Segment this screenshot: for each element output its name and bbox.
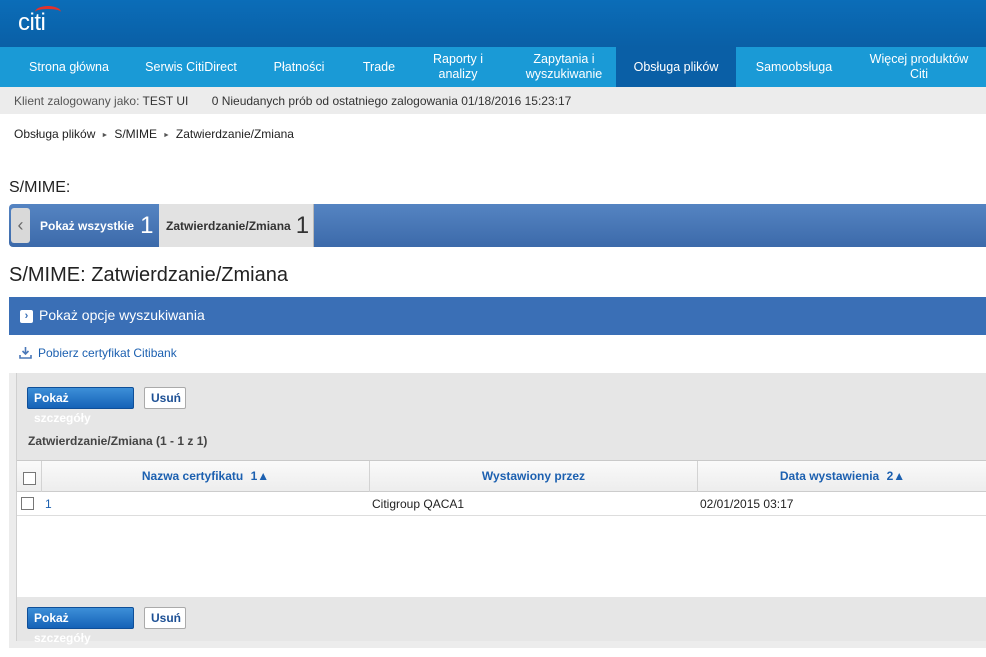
section-label: S/MIME: xyxy=(9,179,71,196)
nav-item-trade[interactable]: Trade xyxy=(354,47,404,87)
issuer-cell: Citigroup QACA1 xyxy=(372,497,465,511)
delete-button[interactable]: Usuń xyxy=(144,387,186,409)
table-row: 1 Citigroup QACA1 02/01/2015 03:17 xyxy=(17,492,986,516)
download-icon xyxy=(19,347,32,359)
status-bar: Klient zalogowany jako: TEST UI 0 Nieuda… xyxy=(0,87,986,114)
failed-logins-text: 0 Nieudanych prób od ostatniego zalogowa… xyxy=(211,94,572,108)
nav-item-self-service[interactable]: Samoobsługa xyxy=(736,47,852,87)
column-header-label: Data wystawienia xyxy=(779,469,880,483)
results-panel-inner: Pokaż szczegóły Usuń Zatwierdzanie/Zmian… xyxy=(16,373,986,645)
breadcrumb-separator-icon: ► xyxy=(162,132,170,139)
nav-item-home[interactable]: Strona główna xyxy=(0,47,138,87)
sort-indicator: 2▲ xyxy=(886,469,906,483)
tab-show-all[interactable]: Pokaż wszystkie 1 xyxy=(31,204,159,247)
download-certificate-link[interactable]: Pobierz certyfikat Citibank xyxy=(19,346,177,360)
breadcrumb: Obsługa plików ► S/MIME ► Zatwierdzanie/Zmia… xyxy=(14,127,294,141)
tab-label: Pokaż wszystkie xyxy=(40,218,135,233)
logo-arc-icon xyxy=(35,6,61,18)
tab-count: 1 xyxy=(295,211,310,239)
page-title: S/MIME: Zatwierdzanie/Zmiana xyxy=(9,264,288,286)
breadcrumb-separator-icon: ► xyxy=(101,132,109,139)
column-header-label: Nazwa certyfikatu xyxy=(141,469,244,483)
search-options-toggle[interactable]: › Pokaż opcje wyszukiwania xyxy=(9,297,986,335)
nav-item-file-services[interactable]: Obsługa plików xyxy=(616,47,736,87)
select-all-cell xyxy=(17,461,42,492)
chevron-left-icon[interactable]: ‹ xyxy=(11,208,30,243)
top-bar: citi xyxy=(0,0,986,47)
results-panel: Pokaż szczegóły Usuń Zatwierdzanie/Zmian… xyxy=(9,373,986,648)
column-header-date[interactable]: Data wystawienia 2▲ xyxy=(698,461,986,492)
tab-count: 1 xyxy=(140,211,154,239)
column-header-name[interactable]: Nazwa certyfikatu 1▲ xyxy=(42,461,370,492)
results-table: Nazwa certyfikatu 1▲ Wystawiony przez Da… xyxy=(17,460,986,597)
row-checkbox[interactable] xyxy=(21,497,34,510)
logged-as-label: Klient zalogowany jako: xyxy=(14,94,140,108)
nav-item-payments[interactable]: Płatności xyxy=(244,47,354,87)
breadcrumb-item: Zatwierdzanie/Zmiana xyxy=(175,127,294,141)
column-header-label: Wystawiony przez xyxy=(481,469,586,483)
column-header-issuer[interactable]: Wystawiony przez xyxy=(370,461,698,492)
show-details-button-bottom[interactable]: Pokaż szczegóły xyxy=(27,607,134,645)
tab-approve-change[interactable]: Zatwierdzanie/Zmiana 1 xyxy=(159,204,314,247)
list-title: Zatwierdzanie/Zmiana (1 - 1 z 1) xyxy=(28,434,208,448)
breadcrumb-item[interactable]: S/MIME xyxy=(114,127,157,141)
chevron-right-icon: › xyxy=(20,310,33,323)
citi-logo[interactable]: citi xyxy=(18,6,61,37)
show-details-button[interactable]: Pokaż szczegóły xyxy=(27,387,134,425)
nav-item-inquiries[interactable]: Zapytania i wyszukiwanie xyxy=(512,47,616,87)
logged-user: TEST UI xyxy=(142,94,189,108)
table-header: Nazwa certyfikatu 1▲ Wystawiony przez Da… xyxy=(17,461,986,492)
breadcrumb-item[interactable]: Obsługa plików xyxy=(14,127,95,141)
nav-item-more-products[interactable]: Więcej produktów Citi xyxy=(852,47,986,87)
download-link-label: Pobierz certyfikat Citibank xyxy=(38,346,177,360)
select-all-checkbox[interactable] xyxy=(23,472,36,485)
delete-button-bottom[interactable]: Usuń xyxy=(144,607,186,629)
tab-label: Zatwierdzanie/Zmiana xyxy=(166,218,291,233)
main-nav: Strona główna Serwis CitiDirect Płatnośc… xyxy=(0,47,986,87)
nav-item-citidirect[interactable]: Serwis CitiDirect xyxy=(138,47,244,87)
tab-strip: ‹ Pokaż wszystkie 1 Zatwierdzanie/Zmiana… xyxy=(9,204,986,247)
search-toggle-label: Pokaż opcje wyszukiwania xyxy=(39,307,205,323)
nav-item-reports[interactable]: Raporty i analizy xyxy=(404,47,512,87)
certificate-name-link[interactable]: 1 xyxy=(45,497,52,511)
sort-indicator: 1▲ xyxy=(250,469,270,483)
issue-date-cell: 02/01/2015 03:17 xyxy=(700,497,794,511)
